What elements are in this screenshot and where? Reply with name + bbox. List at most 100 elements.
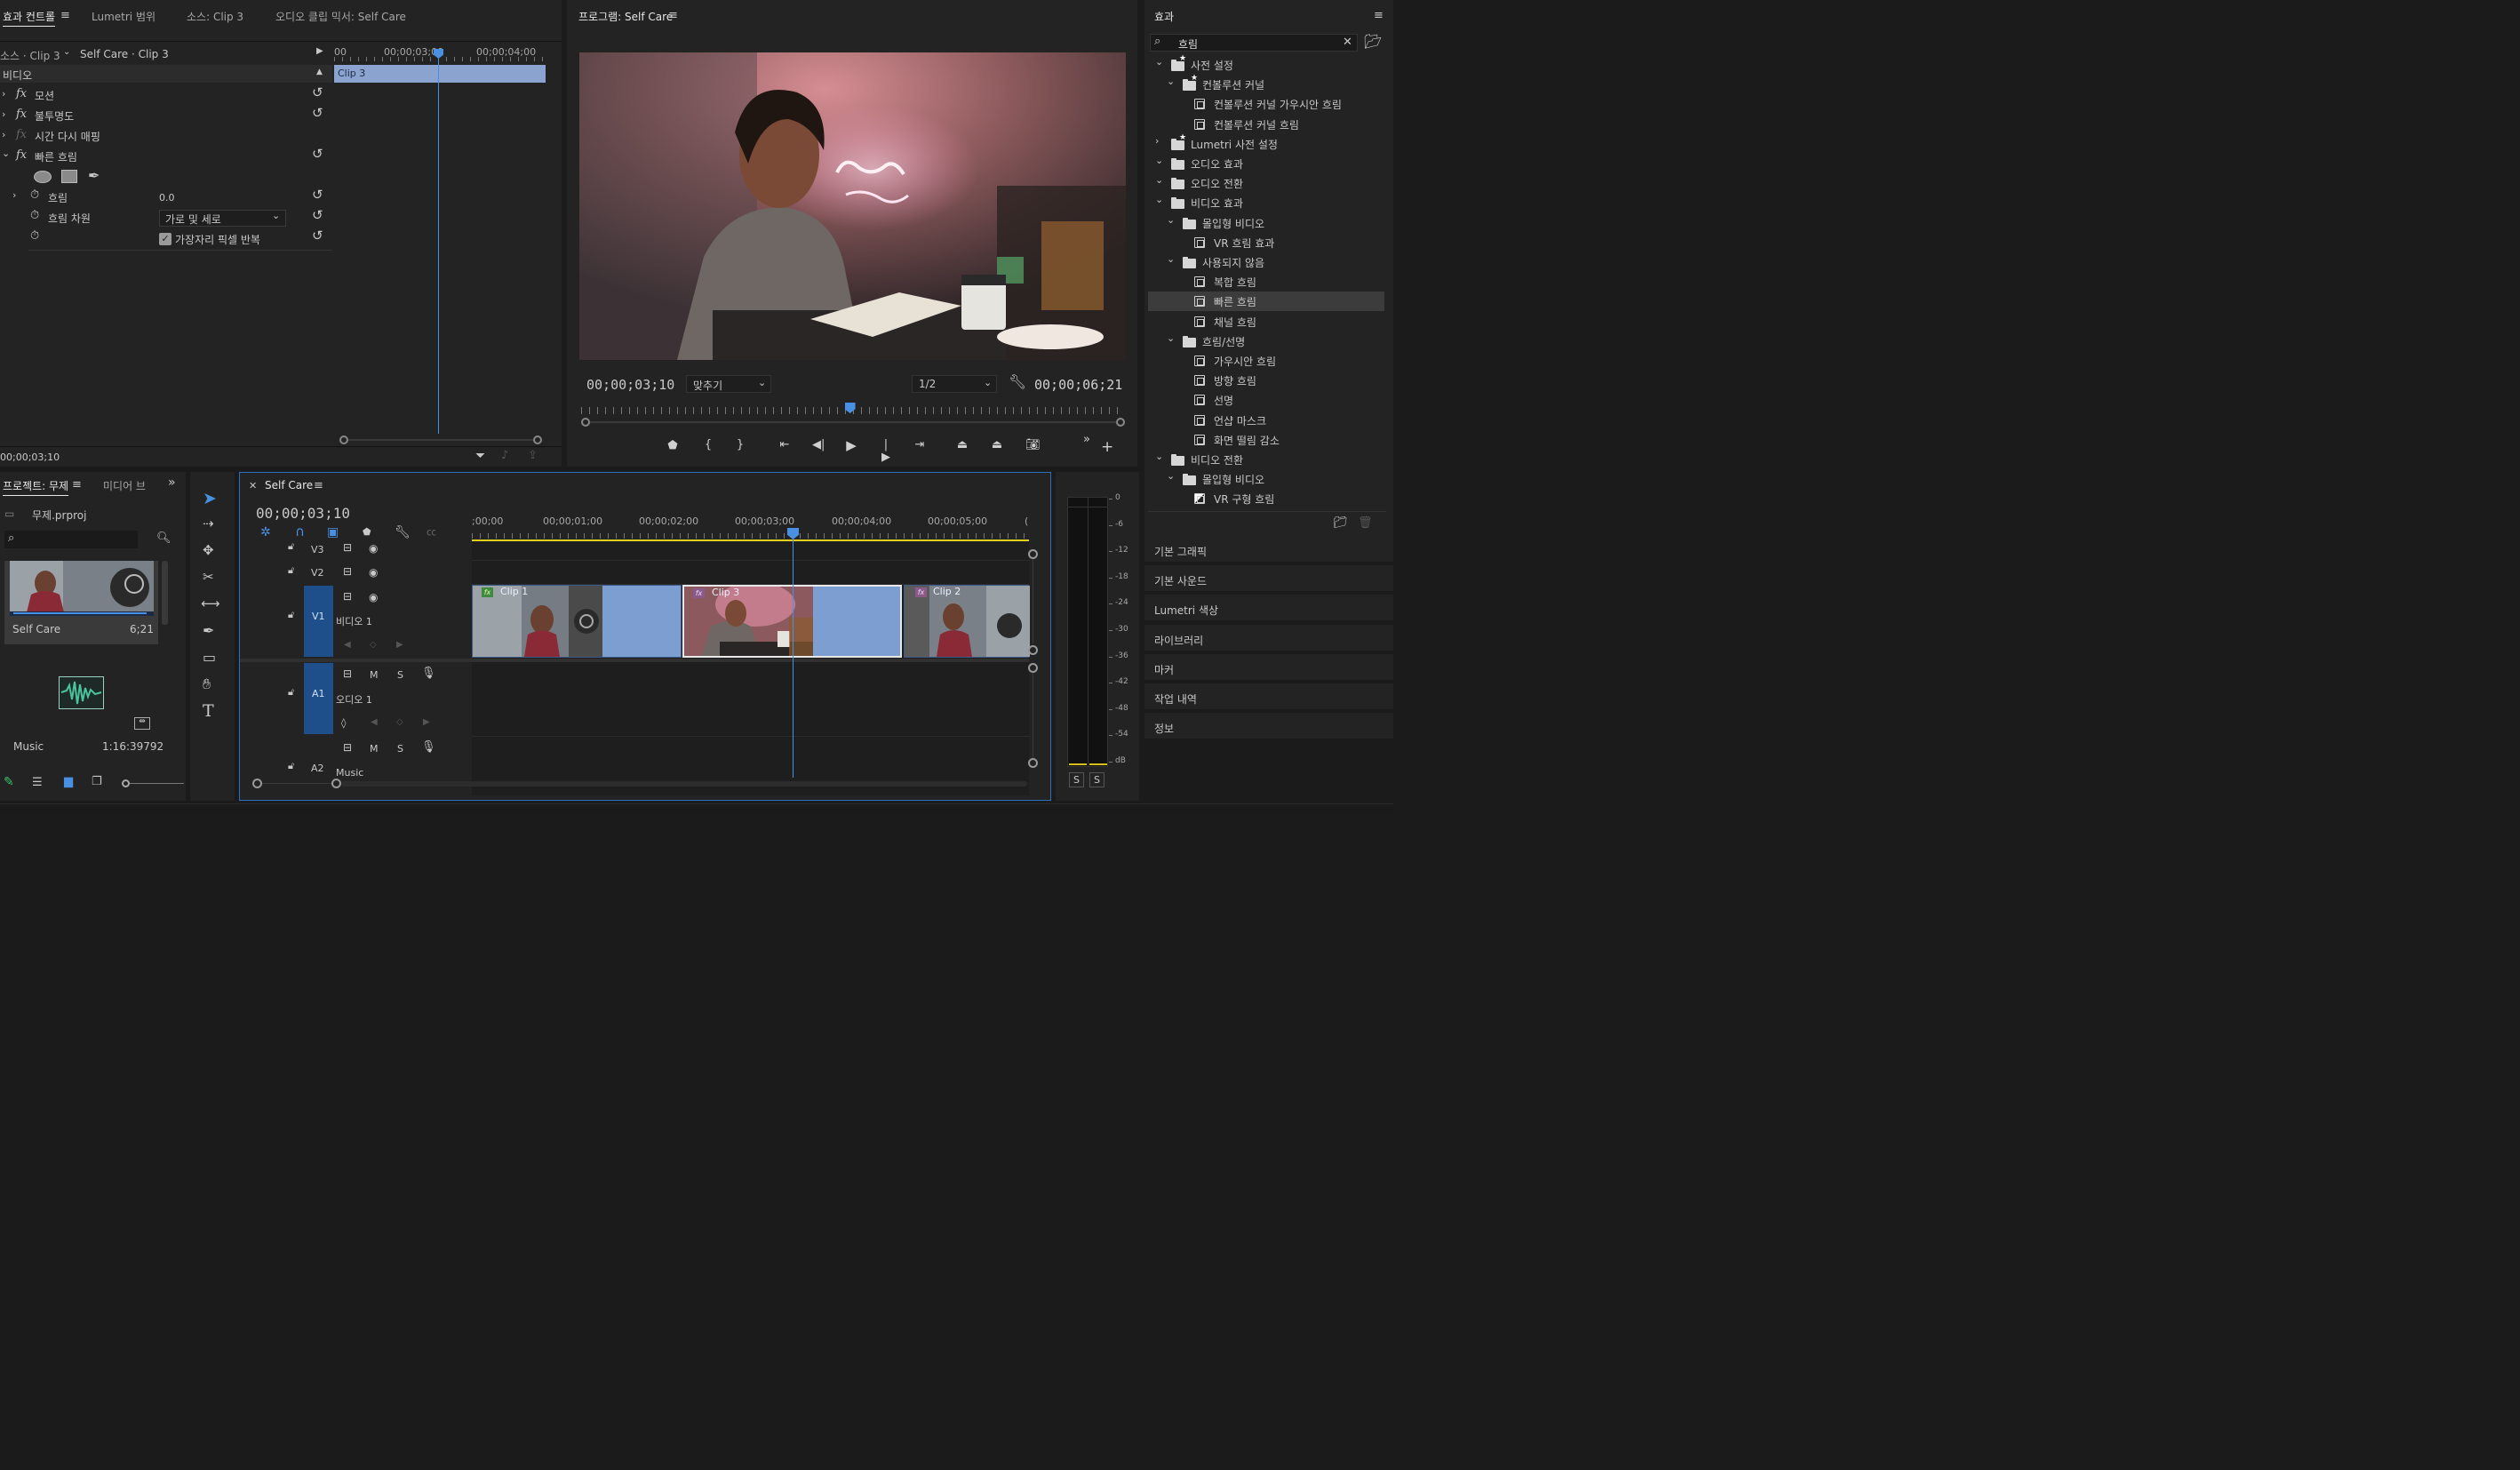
effects-search-field[interactable]: ⌕ 흐림 ✕ <box>1150 34 1358 52</box>
sync-lock-icon[interactable]: ⊟ <box>343 668 352 679</box>
track-label-a2[interactable]: A2 <box>311 763 324 774</box>
snap-icon[interactable]: ∩ <box>295 525 305 539</box>
stopwatch-icon[interactable]: ⏱ <box>30 210 39 221</box>
chevron-down-icon[interactable]: ⌄ <box>1167 471 1175 481</box>
stacked-panel-header[interactable]: 라이브러리 <box>1144 624 1393 652</box>
tab-project[interactable]: 프로젝트: 무제 <box>3 478 68 493</box>
chevron-down-icon[interactable]: ⌄ <box>1167 333 1175 343</box>
ripple-edit-tool-icon[interactable]: ✥ <box>203 544 214 557</box>
timeline-timecode[interactable]: 00;00;03;10 <box>256 505 350 522</box>
eye-icon[interactable]: ◉ <box>369 592 378 603</box>
audio-tracks-scrollbar[interactable] <box>1028 663 1039 768</box>
overflow-icon[interactable]: » <box>168 476 176 489</box>
effect-row-opacity[interactable]: › fx 불투명도 ↺ <box>0 107 332 125</box>
program-zoom-scrollbar[interactable] <box>581 418 1125 427</box>
effects-tree-item[interactable]: 가우시안 흐림 <box>1148 351 1384 371</box>
filter-icon[interactable]: ⏷ <box>475 450 485 462</box>
voiceover-mic-icon[interactable]: 🎙︎ <box>421 667 436 679</box>
tab-lumetri-scopes[interactable]: Lumetri 범위 <box>92 9 156 24</box>
rectangle-tool-icon[interactable]: ▭ <box>203 651 216 665</box>
add-marker-icon[interactable]: ⬟ <box>666 440 679 452</box>
repeat-edge-checkbox[interactable]: ✓ <box>159 233 171 245</box>
ec-clip-bar[interactable]: Clip 3 <box>334 65 546 83</box>
type-tool-icon[interactable]: T <box>203 703 214 720</box>
lock-icon[interactable]: 🔓︎ <box>288 761 294 771</box>
mark-in-icon[interactable]: { <box>702 439 714 451</box>
selection-tool-icon[interactable]: ➤ <box>203 491 217 507</box>
effects-tree-item[interactable]: 컨볼루션 커널 가우시안 흐림 <box>1148 94 1384 114</box>
reset-icon[interactable]: ↺ <box>312 188 323 202</box>
find-icon[interactable]: 🔍︎ <box>156 532 171 544</box>
solo-button[interactable]: S <box>397 669 403 681</box>
reset-icon[interactable]: ↺ <box>312 209 323 222</box>
reset-icon[interactable]: ↺ <box>312 86 323 100</box>
lock-icon[interactable]: 🔓︎ <box>288 565 294 575</box>
effect-row-motion[interactable]: › fx 모션 ↺ <box>0 86 332 105</box>
chevron-down-icon[interactable]: ⌄ <box>1155 175 1163 185</box>
effects-tree-item[interactable]: ⌄ 오디오 효과 <box>1148 154 1384 173</box>
rectangle-mask-icon[interactable] <box>61 170 77 183</box>
stacked-panel-header[interactable]: 마커 <box>1144 653 1393 682</box>
step-back-icon[interactable]: ◀| <box>812 439 825 451</box>
tab-sequence[interactable]: Self Care <box>265 479 313 491</box>
close-icon[interactable]: ✕ <box>249 481 257 491</box>
work-area-bar[interactable] <box>472 539 1029 541</box>
tab-program[interactable]: 프로그램: Self Care <box>578 9 673 24</box>
dimension-select[interactable]: 가로 및 세로 ⌄ <box>159 210 286 227</box>
mark-out-icon[interactable]: } <box>734 439 746 451</box>
play-icon[interactable]: ▶ <box>845 439 857 452</box>
effects-tree-item[interactable]: VR 흐림 효과 <box>1148 233 1384 252</box>
effects-tree-item[interactable]: VR 구형 흐림 <box>1148 489 1384 508</box>
project-item-music[interactable]: ⇹ Music 1:16:39792 <box>4 662 163 755</box>
effects-tree-item[interactable]: ⌄ 흐림/선명 <box>1148 332 1384 351</box>
chevron-down-icon[interactable]: ⌄ <box>1167 254 1175 264</box>
effects-tree-item[interactable]: 언샵 마스크 <box>1148 411 1384 430</box>
slip-tool-icon[interactable]: ⟷ <box>201 597 220 611</box>
video-tracks-scrollbar[interactable] <box>1028 549 1039 655</box>
fit-select[interactable]: 맞추기 ⌄ <box>686 375 771 393</box>
sync-lock-icon[interactable]: ⊟ <box>343 591 352 602</box>
chevron-down-icon[interactable]: ⌄ <box>1167 215 1175 225</box>
volume-keyframe-icon[interactable]: ◊ <box>341 718 346 728</box>
effects-tree-item[interactable]: ⌄ 비디오 효과 <box>1148 193 1384 212</box>
list-view-icon[interactable]: ☰ <box>32 777 43 788</box>
panel-menu-icon[interactable]: ≡ <box>668 10 678 21</box>
stacked-panel-header[interactable]: 기본 그래픽 <box>1144 536 1393 563</box>
chevron-down-icon[interactable]: ⌄ <box>1167 76 1175 86</box>
lift-icon[interactable]: ⏏ <box>956 439 969 451</box>
new-custom-bin-icon[interactable]: 📁︎ <box>1333 517 1348 529</box>
ellipse-mask-icon[interactable] <box>34 171 52 183</box>
effects-tree-item[interactable]: 선명 <box>1148 390 1384 410</box>
reset-icon[interactable]: ↺ <box>312 229 323 243</box>
pen-tool-icon[interactable]: ✒ <box>203 624 214 638</box>
effects-tree-item[interactable]: ⌄ 몰입형 비디오 <box>1148 213 1384 233</box>
button-editor-icon[interactable]: + <box>1101 440 1113 455</box>
export-frame-icon[interactable]: 📷︎ <box>1025 439 1041 451</box>
track-select-tool-icon[interactable]: ⇢ <box>203 517 214 531</box>
ec-playhead[interactable] <box>438 52 439 434</box>
effects-tree-item[interactable]: 방향 흐림 <box>1148 371 1384 390</box>
effect-row-time-remap[interactable]: › fx 시간 다시 매핑 <box>0 128 332 146</box>
icon-view-icon[interactable]: ▆ <box>64 776 73 787</box>
effects-tree-item[interactable]: 컨볼루션 커널 흐림 <box>1148 115 1384 134</box>
track-label-v3[interactable]: V3 <box>311 544 324 555</box>
program-video-frame[interactable] <box>579 52 1126 360</box>
go-to-in-icon[interactable]: ⇤ <box>778 439 791 451</box>
effects-tree-item[interactable]: 복합 흐림 <box>1148 272 1384 292</box>
go-to-out-icon[interactable]: ⇥ <box>913 439 926 451</box>
effects-tree-item[interactable]: ⌄ ★ 사전 설정 <box>1148 55 1384 75</box>
sync-lock-icon[interactable]: ⊟ <box>343 542 352 553</box>
clip-2[interactable]: fx Clip 2 <box>904 585 1030 658</box>
ec-timecode[interactable]: 00;00;03;10 <box>0 451 60 463</box>
lock-icon[interactable]: 🔓︎ <box>288 610 294 619</box>
effects-tree-item[interactable]: ⌄ ★ 컨볼루션 커널 <box>1148 75 1384 94</box>
effects-tree-item[interactable]: ⌄ 사용되지 않음 <box>1148 252 1384 272</box>
chevron-right-icon[interactable]: › <box>1155 136 1159 146</box>
wrench-icon[interactable]: 🔧︎ <box>1009 375 1026 389</box>
extract-icon[interactable]: ⏏ <box>991 439 1003 451</box>
pen-mask-icon[interactable]: ✒ <box>88 169 100 183</box>
tab-effect-controls[interactable]: 효과 컨트롤 <box>3 9 55 24</box>
new-bin-icon[interactable]: 📂︎ <box>1364 35 1382 49</box>
chevron-down-icon[interactable]: ⌄ <box>1155 451 1163 461</box>
chevron-down-icon[interactable]: ⌄ <box>1155 156 1163 165</box>
